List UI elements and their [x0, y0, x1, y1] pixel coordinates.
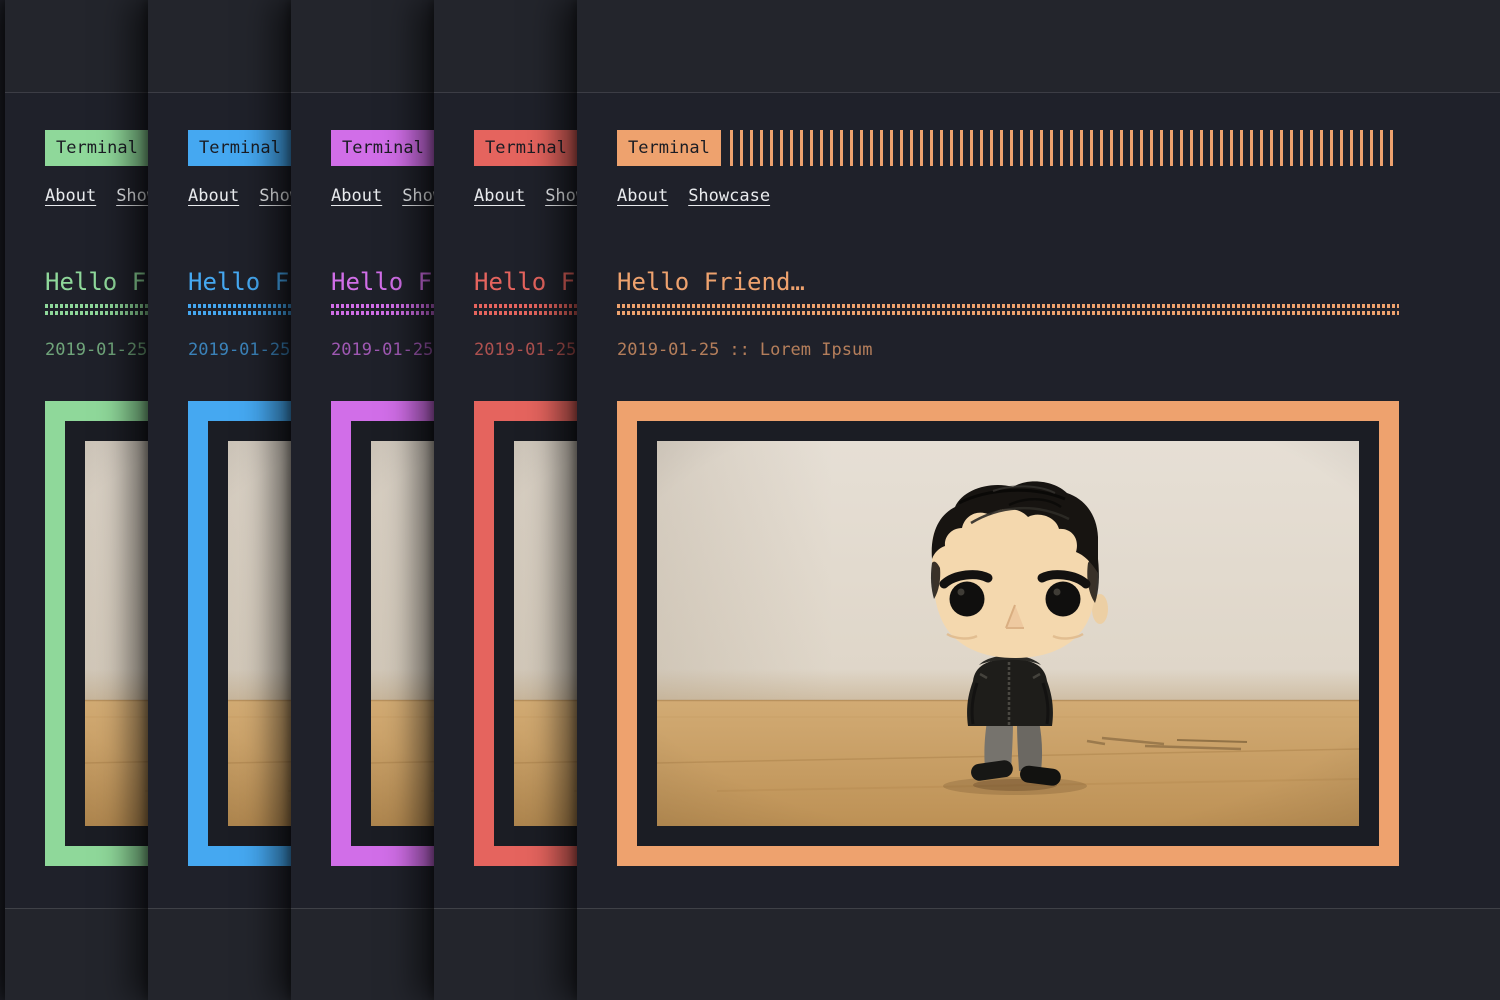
post-date: 2019-01-25: [331, 339, 433, 361]
post-title-divider: [617, 304, 1399, 315]
nav-link-showcase[interactable]: Showcase: [688, 186, 770, 206]
nav-link-about[interactable]: About: [188, 186, 239, 206]
photo-vignette: [657, 441, 1359, 826]
post-image-frame-inner: [637, 421, 1379, 846]
logo-bars-decoration: [730, 130, 1399, 166]
terminal-logo-badge[interactable]: Terminal: [45, 130, 149, 166]
post-meta: 2019-01-25 :: Lorem Ipsum: [617, 339, 872, 361]
post-title[interactable]: Hello Friend…: [617, 267, 805, 297]
bottom-divider-line: [577, 908, 1500, 909]
terminal-logo-badge[interactable]: Terminal: [188, 130, 292, 166]
site-container: Terminal About Showcase Hello Friend… 20…: [617, 0, 1399, 1000]
nav-link-about[interactable]: About: [45, 186, 96, 206]
nav-link-about[interactable]: About: [617, 186, 668, 206]
nav-link-about[interactable]: About: [474, 186, 525, 206]
post-date: 2019-01-25: [45, 339, 147, 361]
terminal-logo-badge[interactable]: Terminal: [331, 130, 435, 166]
theme-showcase: Terminal About Showcase Hello Friend… 20…: [0, 0, 1500, 1000]
post-image-frame: [617, 401, 1399, 866]
post-meta-separator: ::: [729, 339, 749, 361]
post-date: 2019-01-25: [617, 339, 719, 361]
nav-link-about[interactable]: About: [331, 186, 382, 206]
terminal-logo-badge[interactable]: Terminal: [474, 130, 578, 166]
post-category: Lorem Ipsum: [760, 339, 873, 361]
top-divider-line: [577, 92, 1500, 93]
post-date: 2019-01-25: [474, 339, 576, 361]
funko-figure-illustration: [657, 441, 1359, 826]
funko-figure-photo: [657, 441, 1359, 826]
post-date: 2019-01-25: [188, 339, 290, 361]
terminal-theme-panel-orange: Terminal About Showcase Hello Friend… 20…: [577, 0, 1500, 1000]
site-nav: About Showcase: [617, 186, 770, 206]
terminal-logo-badge[interactable]: Terminal: [617, 130, 721, 166]
